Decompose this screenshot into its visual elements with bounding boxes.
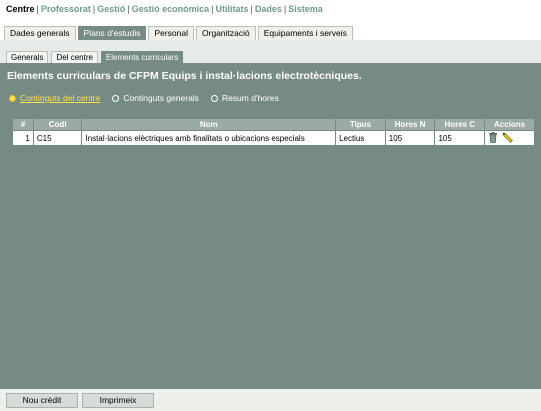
- column-header-nom: Nom: [82, 119, 336, 130]
- secondary-tab-bar: Generals Del centre Elements curriculars: [0, 40, 541, 63]
- cell-tipus: Lectius: [336, 131, 385, 145]
- new-credit-button[interactable]: Nou crèdit: [6, 393, 78, 408]
- tab-organitzacio[interactable]: Organització: [196, 26, 256, 40]
- subtab-del-centre[interactable]: Del centre: [51, 51, 98, 63]
- menu-item-gestio[interactable]: Gestió: [97, 4, 125, 14]
- menu-item-centre[interactable]: Centre: [6, 4, 35, 14]
- cell-accions: [485, 131, 534, 145]
- print-button[interactable]: Imprimeix: [82, 393, 154, 408]
- column-header-accions: Accions: [485, 119, 534, 130]
- menu-item-utilitats[interactable]: Utilitats: [215, 4, 248, 14]
- column-header-codi: Codi: [33, 119, 82, 130]
- top-bar: Centre | Professorat | Gestió | Gestió econòmi…: [0, 0, 541, 40]
- radio-selected-indicator[interactable]: [9, 94, 16, 102]
- column-header-tipus: Tipus: [336, 119, 385, 130]
- radio-label[interactable]: Continguts del centre: [20, 93, 100, 103]
- subtab-generals[interactable]: Generals: [6, 51, 49, 63]
- column-header-hores-c: Hores C: [435, 119, 485, 130]
- radio-continguts-centre[interactable]: Continguts del centre: [9, 93, 100, 103]
- bottom-action-bar: Nou crèdit Imprimeix: [0, 389, 541, 411]
- cell-hores-c: 105: [435, 131, 485, 145]
- table-header-row: # Codi Nom Tipus Hores N Hores C Accions: [13, 119, 534, 130]
- radio-label[interactable]: Continguts generals: [123, 93, 199, 103]
- secondary-tabs: Generals Del centre Elements curriculars: [6, 51, 184, 63]
- column-header-hores-n: Hores N: [385, 119, 435, 130]
- tab-dades-generals[interactable]: Dades generals: [4, 26, 76, 40]
- tab-equipaments-serveis[interactable]: Equipaments i serveis: [257, 26, 353, 40]
- menu-item-gestio-economica[interactable]: Gestió econòmica: [132, 4, 210, 14]
- cell-nom: Instal·lacions elèctriques amb finalitat…: [82, 131, 336, 145]
- content-filter-radios: Continguts del centre Continguts general…: [9, 93, 279, 103]
- trash-icon[interactable]: [488, 131, 498, 145]
- table-row: 1 C15 Instal·lacions elèctriques amb fin…: [13, 131, 534, 145]
- tab-plans-estudis[interactable]: Plans d'estudis: [77, 26, 147, 40]
- menu-item-professorat[interactable]: Professorat: [41, 4, 91, 14]
- cell-codi: C15: [33, 131, 82, 145]
- radio-indicator[interactable]: [112, 94, 120, 102]
- radio-indicator[interactable]: [210, 94, 218, 102]
- radio-label[interactable]: Resum d'hores: [222, 93, 279, 103]
- elements-table: # Codi Nom Tipus Hores N Hores C Accions…: [12, 118, 535, 146]
- radio-resum-hores[interactable]: Resum d'hores: [210, 93, 279, 103]
- radio-continguts-generals[interactable]: Continguts generals: [112, 93, 199, 103]
- tab-personal[interactable]: Personal: [148, 26, 195, 40]
- menu-item-dades[interactable]: Dades: [255, 4, 282, 14]
- main-menu: Centre | Professorat | Gestió | Gestió econòmi…: [6, 4, 323, 14]
- pencil-icon[interactable]: [502, 131, 514, 145]
- subtab-elements-curriculars[interactable]: Elements curriculars: [100, 51, 184, 63]
- page-title: Elements curriculars de CFPM Equips i in…: [7, 70, 362, 82]
- primary-tabs: Dades generals Plans d'estudis Personal …: [4, 26, 353, 40]
- cell-hores-n: 105: [385, 131, 435, 145]
- cell-index: 1: [13, 131, 33, 145]
- menu-item-sistema[interactable]: Sistema: [288, 4, 323, 14]
- column-header-index: #: [13, 119, 33, 130]
